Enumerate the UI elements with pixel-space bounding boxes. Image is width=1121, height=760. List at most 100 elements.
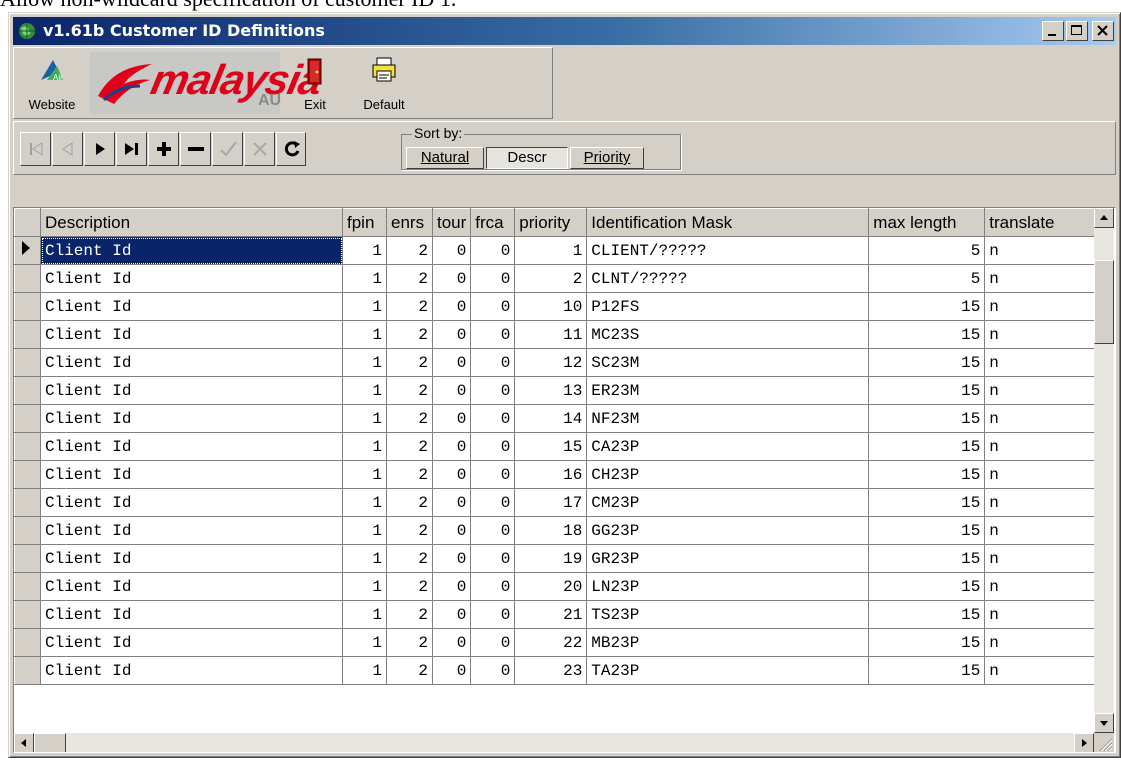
table-row[interactable]: Client Id 1 2 0 0 1 CLIENT/????? 5 n (14, 236, 1096, 265)
cell-max-length[interactable]: 15 (868, 516, 986, 545)
default-button[interactable]: Default (346, 52, 422, 114)
cell-max-length[interactable]: 15 (868, 488, 986, 517)
nav-insert-button[interactable] (148, 132, 179, 166)
nav-cancel-button[interactable] (244, 132, 275, 166)
maximize-button[interactable] (1066, 21, 1088, 41)
cell-identification-mask[interactable]: CA23P (586, 432, 870, 461)
cell-identification-mask[interactable]: MB23P (586, 628, 870, 657)
row-indicator[interactable] (14, 488, 41, 517)
scroll-down-button[interactable] (1094, 713, 1114, 733)
cell-priority[interactable]: 19 (514, 544, 588, 573)
table-row[interactable]: Client Id 1 2 0 0 2 CLNT/????? 5 n (14, 264, 1096, 293)
cell-description[interactable]: Client Id (40, 572, 343, 601)
cell-frca[interactable]: 0 (470, 432, 516, 461)
cell-fpin[interactable]: 1 (342, 656, 387, 685)
cell-priority[interactable]: 23 (514, 656, 588, 685)
row-indicator[interactable] (14, 404, 41, 433)
title-bar[interactable]: v1.61b Customer ID Definitions (13, 17, 1116, 45)
table-row[interactable]: Client Id 1 2 0 0 12 SC23M 15 n (14, 348, 1096, 377)
cell-identification-mask[interactable]: MC23S (586, 320, 870, 349)
cell-frca[interactable]: 0 (470, 348, 516, 377)
cell-description[interactable]: Client Id (40, 376, 343, 405)
cell-priority[interactable]: 13 (514, 376, 588, 405)
cell-fpin[interactable]: 1 (342, 404, 387, 433)
vertical-scrollbar[interactable] (1094, 208, 1114, 733)
row-indicator[interactable] (14, 600, 41, 629)
cell-translate[interactable]: n (984, 572, 1096, 601)
cell-enrs[interactable]: 2 (386, 516, 433, 545)
cell-translate[interactable]: n (984, 432, 1096, 461)
cell-fpin[interactable]: 1 (342, 488, 387, 517)
cell-description[interactable]: Client Id (40, 404, 343, 433)
cell-frca[interactable]: 0 (470, 544, 516, 573)
cell-frca[interactable]: 0 (470, 572, 516, 601)
sort-natural-button[interactable]: Natural (406, 147, 484, 169)
cell-translate[interactable]: n (984, 544, 1096, 573)
cell-tour[interactable]: 0 (432, 348, 472, 377)
cell-translate[interactable]: n (984, 264, 1096, 293)
cell-enrs[interactable]: 2 (386, 404, 433, 433)
row-indicator[interactable] (14, 264, 41, 293)
cell-translate[interactable]: n (984, 656, 1096, 685)
header-identification-mask[interactable]: Identification Mask (586, 208, 870, 237)
website-button[interactable]: Air Website (18, 52, 86, 114)
cell-frca[interactable]: 0 (470, 264, 516, 293)
scroll-right-button[interactable] (1074, 733, 1094, 752)
cell-identification-mask[interactable]: P12FS (586, 292, 870, 321)
scroll-up-button[interactable] (1094, 208, 1114, 228)
cell-identification-mask[interactable]: SC23M (586, 348, 870, 377)
cell-frca[interactable]: 0 (470, 488, 516, 517)
cell-fpin[interactable]: 1 (342, 544, 387, 573)
row-indicator[interactable] (14, 572, 41, 601)
cell-max-length[interactable]: 15 (868, 544, 986, 573)
table-row[interactable]: Client Id 1 2 0 0 23 TA23P 15 n (14, 656, 1096, 685)
sort-priority-button[interactable]: Priority (570, 147, 644, 169)
cell-fpin[interactable]: 1 (342, 264, 387, 293)
cell-fpin[interactable]: 1 (342, 600, 387, 629)
cell-max-length[interactable]: 15 (868, 292, 986, 321)
cell-max-length[interactable]: 15 (868, 320, 986, 349)
cell-max-length[interactable]: 15 (868, 600, 986, 629)
table-row[interactable]: Client Id 1 2 0 0 18 GG23P 15 n (14, 516, 1096, 545)
cell-tour[interactable]: 0 (432, 656, 472, 685)
cell-max-length[interactable]: 15 (868, 628, 986, 657)
cell-description[interactable]: Client Id (40, 264, 343, 293)
cell-fpin[interactable]: 1 (342, 320, 387, 349)
cell-identification-mask[interactable]: CH23P (586, 460, 870, 489)
cell-fpin[interactable]: 1 (342, 460, 387, 489)
cell-translate[interactable]: n (984, 628, 1096, 657)
cell-priority[interactable]: 22 (514, 628, 588, 657)
cell-description[interactable]: Client Id (40, 488, 343, 517)
cell-identification-mask[interactable]: TS23P (586, 600, 870, 629)
nav-last-button[interactable] (116, 132, 147, 166)
table-row[interactable]: Client Id 1 2 0 0 16 CH23P 15 n (14, 460, 1096, 489)
table-row[interactable]: Client Id 1 2 0 0 13 ER23M 15 n (14, 376, 1096, 405)
cell-tour[interactable]: 0 (432, 572, 472, 601)
row-indicator[interactable] (14, 320, 41, 349)
cell-frca[interactable]: 0 (470, 236, 516, 265)
cell-enrs[interactable]: 2 (386, 544, 433, 573)
cell-description[interactable]: Client Id (40, 656, 343, 685)
cell-frca[interactable]: 0 (470, 516, 516, 545)
header-fpin[interactable]: fpin (342, 208, 387, 237)
exit-button[interactable]: Exit (288, 52, 342, 114)
cell-frca[interactable]: 0 (470, 404, 516, 433)
header-description[interactable]: Description (40, 208, 343, 237)
cell-tour[interactable]: 0 (432, 488, 472, 517)
cell-priority[interactable]: 15 (514, 432, 588, 461)
cell-identification-mask[interactable]: ER23M (586, 376, 870, 405)
cell-max-length[interactable]: 5 (868, 264, 986, 293)
cell-tour[interactable]: 0 (432, 292, 472, 321)
cell-max-length[interactable]: 15 (868, 376, 986, 405)
cell-priority[interactable]: 17 (514, 488, 588, 517)
cell-max-length[interactable]: 15 (868, 404, 986, 433)
cell-max-length[interactable]: 5 (868, 236, 986, 265)
table-row[interactable]: Client Id 1 2 0 0 19 GR23P 15 n (14, 544, 1096, 573)
row-indicator[interactable] (14, 348, 41, 377)
cell-description[interactable]: Client Id (40, 460, 343, 489)
cell-identification-mask[interactable]: CLNT/????? (586, 264, 870, 293)
cell-translate[interactable]: n (984, 460, 1096, 489)
cell-fpin[interactable]: 1 (342, 432, 387, 461)
table-row[interactable]: Client Id 1 2 0 0 21 TS23P 15 n (14, 600, 1096, 629)
table-row[interactable]: Client Id 1 2 0 0 10 P12FS 15 n (14, 292, 1096, 321)
